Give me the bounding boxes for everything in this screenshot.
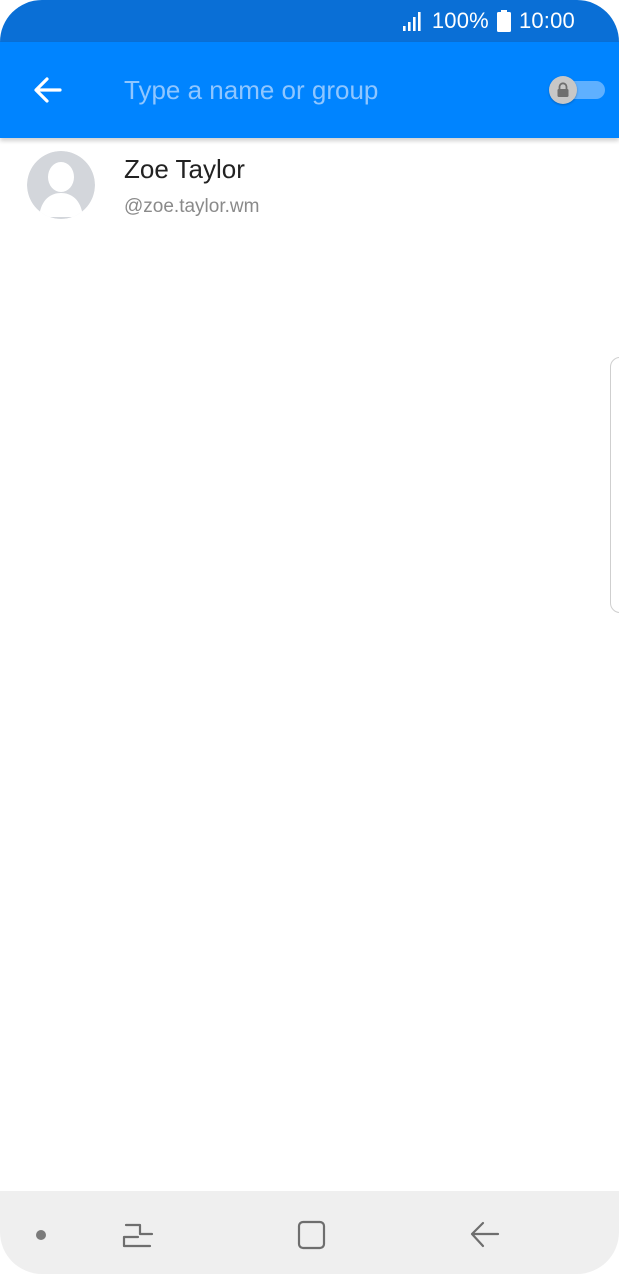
home-icon: [297, 1220, 326, 1250]
dot-icon[interactable]: [36, 1230, 46, 1240]
lock-icon: [557, 82, 569, 97]
status-bar: 100% 10:00: [0, 0, 619, 42]
phone-screen: 100% 10:00 Type a name or group Zoe Tayl…: [0, 0, 619, 1274]
contact-username: @zoe.taylor.wm: [124, 196, 260, 217]
clock: 10:00: [518, 8, 575, 33]
recents-button[interactable]: [120, 1217, 156, 1253]
arrow-left-icon: [34, 77, 62, 103]
status-indicators: 100% 10:00: [402, 8, 575, 34]
contact-name: Zoe Taylor: [124, 154, 245, 184]
system-back-button[interactable]: [467, 1217, 503, 1253]
search-input[interactable]: [124, 70, 524, 110]
recents-icon: [122, 1223, 154, 1248]
navigation-bar: [0, 1191, 619, 1274]
battery-percent: 100%: [431, 8, 489, 33]
secret-conversation-toggle[interactable]: [549, 75, 607, 104]
app-bar: [0, 42, 619, 138]
default-avatar-icon: [27, 151, 95, 219]
back-icon: [470, 1221, 500, 1248]
back-button[interactable]: [26, 68, 70, 112]
signal-icon: [402, 12, 421, 31]
battery-icon: [496, 10, 511, 32]
edge-panel-handle[interactable]: [610, 357, 619, 613]
home-button[interactable]: [293, 1217, 329, 1253]
toggle-thumb: [549, 76, 577, 104]
contact-list-item[interactable]: Zoe Taylor @zoe.taylor.wm: [0, 140, 619, 230]
